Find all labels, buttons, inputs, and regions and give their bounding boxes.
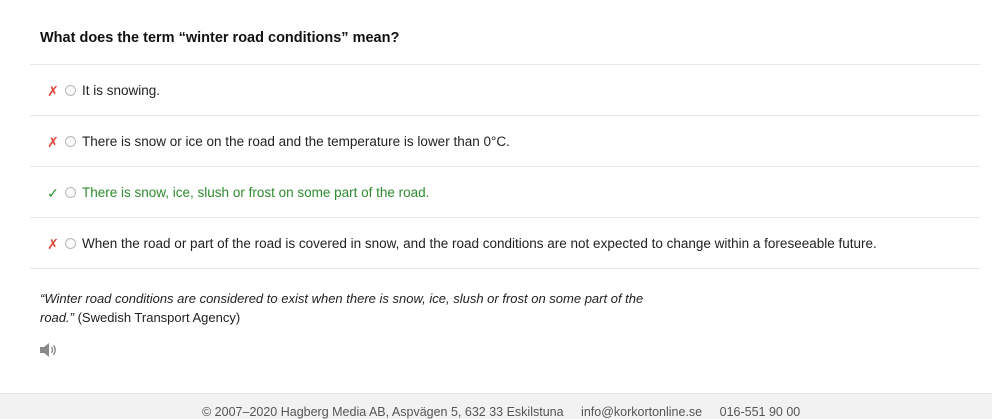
radio-button[interactable]: [65, 237, 76, 249]
footer-copyright: © 2007–2020 Hagberg Media AB, Aspvägen 5…: [202, 405, 564, 419]
answer-option-3[interactable]: ✓ There is snow, ice, slush or frost on …: [30, 166, 980, 217]
answer-text: There is snow, ice, slush or frost on so…: [82, 184, 430, 200]
answer-option-2[interactable]: ✗ There is snow or ice on the road and t…: [30, 115, 980, 166]
speaker-icon-graphic: [40, 343, 56, 357]
answer-list: ✗ It is snowing. ✗ There is snow or ice …: [30, 64, 980, 269]
question-text: What does the term “winter road conditio…: [40, 30, 400, 46]
radio-button[interactable]: [65, 135, 76, 147]
footer-content: © 2007–2020 Hagberg Media AB, Aspvägen 5…: [202, 405, 814, 419]
footer-email-link[interactable]: info@korkortonline.se: [581, 405, 702, 419]
explanation-source: (Swedish Transport Agency): [73, 310, 241, 325]
answer-text: There is snow or ice on the road and the…: [82, 133, 510, 149]
speaker-icon[interactable]: [39, 342, 59, 358]
footer: © 2007–2020 Hagberg Media AB, Aspvägen 5…: [0, 393, 992, 419]
answer-text: When the road or part of the road is cov…: [82, 235, 877, 251]
quiz-page: What does the term “winter road conditio…: [0, 0, 992, 419]
answer-text: It is snowing.: [82, 82, 161, 98]
answer-option-4[interactable]: ✗ When the road or part of the road is c…: [30, 217, 980, 269]
footer-phone: 016-551 90 00: [719, 405, 801, 419]
radio-button[interactable]: [65, 186, 76, 198]
wrong-mark-icon: ✗: [47, 235, 59, 252]
wrong-mark-icon: ✗: [47, 82, 59, 99]
radio-button[interactable]: [65, 84, 76, 96]
explanation: “Winter road conditions are considered t…: [40, 289, 680, 327]
answer-option-1[interactable]: ✗ It is snowing.: [30, 64, 980, 115]
check-mark-icon: ✓: [47, 184, 59, 201]
wrong-mark-icon: ✗: [47, 133, 59, 150]
